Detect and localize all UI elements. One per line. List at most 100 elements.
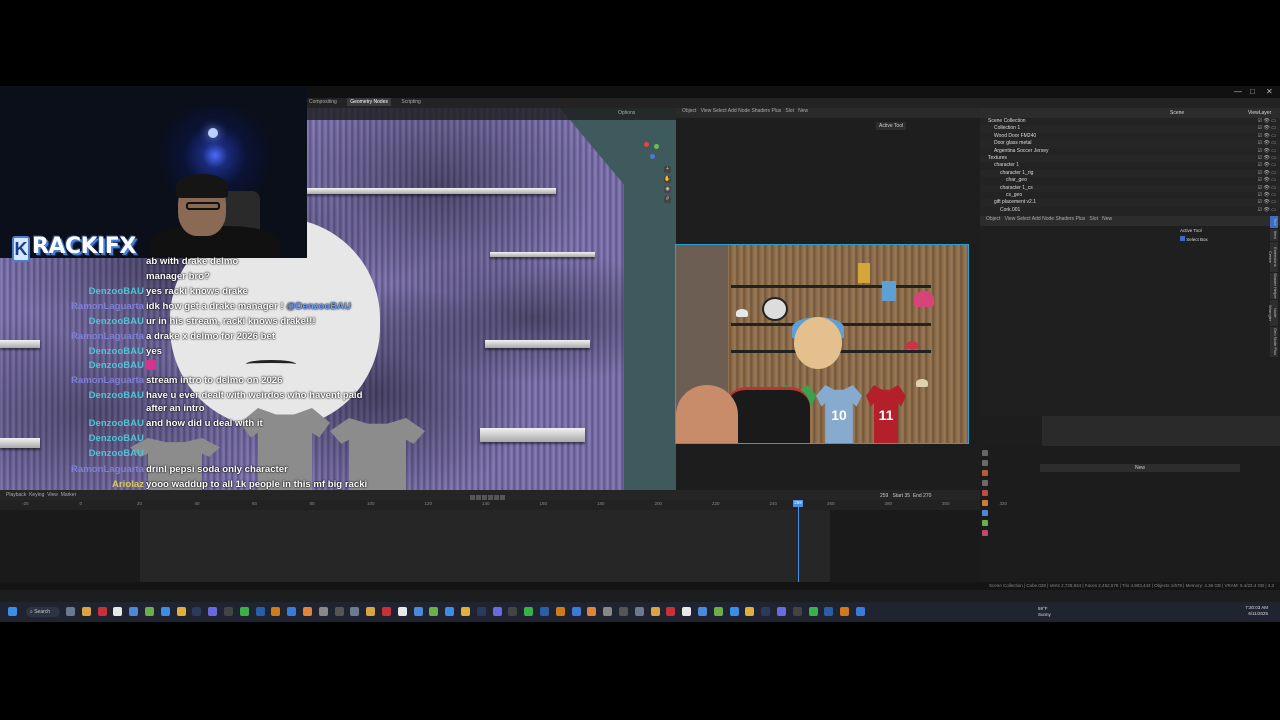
outliner-item[interactable]: Door glass metal ☑ 👁 ▭: [980, 140, 1280, 148]
tab-geometry-nodes[interactable]: Geometry Nodes: [347, 98, 391, 106]
terminal-icon[interactable]: [97, 607, 107, 616]
chat-username[interactable]: DenzooBAU: [89, 286, 144, 297]
menu-select[interactable]: Select: [713, 108, 727, 114]
tab-node-wrangler[interactable]: Node Wrangler: [1268, 300, 1278, 326]
app-icon[interactable]: [461, 607, 470, 616]
chat-mention[interactable]: @DenzooBAU: [286, 301, 351, 312]
illustrator-icon[interactable]: [271, 607, 281, 616]
navigation-gizmo[interactable]: [640, 138, 666, 164]
mode-select[interactable]: Object: [682, 108, 696, 114]
menu-marker[interactable]: Marker: [61, 492, 77, 498]
outliner-item[interactable]: Wood Door FM240 ☑ 👁 ▭: [980, 133, 1280, 140]
app-icon[interactable]: [476, 607, 486, 616]
outliner-item[interactable]: Scene Collection ☑ 👁 ▭: [980, 118, 1280, 125]
task-view-icon[interactable]: [66, 607, 75, 616]
weather-widget[interactable]: 59°F Sunny: [1038, 606, 1051, 618]
app-icon[interactable]: [382, 607, 391, 616]
menu-select[interactable]: Select: [1017, 216, 1031, 222]
slot-select[interactable]: Slot: [785, 108, 794, 114]
tab-tool[interactable]: Tool: [1270, 216, 1278, 228]
chat-username[interactable]: RamonLaguarta: [71, 301, 144, 312]
app-icon[interactable]: [824, 607, 834, 616]
slot-select[interactable]: Slot: [1089, 216, 1098, 222]
menu-keying[interactable]: Keying: [29, 492, 44, 498]
visibility-icon[interactable]: ☑ 👁 ▭: [1258, 140, 1276, 147]
tab-scripting[interactable]: Scripting: [398, 98, 423, 106]
app-icon[interactable]: [429, 607, 439, 616]
app-icon[interactable]: [777, 607, 786, 616]
app-icon[interactable]: [524, 607, 534, 616]
render-tab-icon[interactable]: [982, 460, 988, 466]
app-icon[interactable]: [856, 607, 865, 616]
app-icon[interactable]: [555, 607, 565, 616]
app-icon[interactable]: [840, 607, 850, 616]
chat-username[interactable]: RamonLaguarta: [71, 331, 144, 342]
chat-username[interactable]: DenzooBAU: [89, 316, 144, 327]
chat-username[interactable]: RamonLaguarta: [71, 464, 144, 475]
visibility-icon[interactable]: ☑ 👁 ▭: [1258, 118, 1276, 125]
timeline-panel[interactable]: Playback Keying View Marker 259 Start 35…: [0, 490, 1007, 582]
chrome-icon[interactable]: [176, 607, 186, 616]
playhead[interactable]: [798, 500, 799, 582]
outliner-item[interactable]: Textures ☑ 👁 ▭: [980, 154, 1280, 163]
visibility-icon[interactable]: ☑ 👁 ▭: [1258, 148, 1276, 155]
app-icon[interactable]: [587, 607, 597, 616]
chat-username[interactable]: DenzooBAU: [89, 346, 144, 357]
object-tab-icon[interactable]: [982, 500, 988, 506]
outliner-item[interactable]: Collection 1 ☑ 👁 ▭: [980, 125, 1280, 133]
blender-icon[interactable]: [303, 607, 312, 616]
outliner-item[interactable]: char_geo ☑ 👁 ▭: [980, 177, 1280, 184]
menu-view[interactable]: View: [701, 108, 712, 114]
taskbar-search[interactable]: ⌕ Search: [26, 607, 60, 617]
menu-shaders-plus[interactable]: Shaders Plus: [1055, 216, 1085, 222]
properties-search-bar[interactable]: [1042, 416, 1280, 446]
tab-compositing[interactable]: Compositing: [306, 98, 340, 106]
app-icon[interactable]: [713, 607, 723, 616]
discord-icon[interactable]: [208, 607, 218, 616]
app-icon[interactable]: [650, 607, 660, 616]
app-icon[interactable]: [698, 607, 707, 616]
visibility-icon[interactable]: ☑ 👁 ▭: [1258, 162, 1276, 169]
y-axis-icon[interactable]: [654, 144, 659, 149]
notes-icon[interactable]: [113, 607, 123, 616]
node-editor-area[interactable]: Object View Select Add Node Shaders Plus…: [676, 108, 980, 244]
taskbar-clock[interactable]: 7:30:03 AM 6/11/2025: [1245, 605, 1268, 617]
visibility-icon[interactable]: ☑ 👁 ▭: [1258, 199, 1276, 206]
steam-icon[interactable]: [192, 607, 202, 616]
settings-icon[interactable]: [318, 607, 328, 616]
outliner-item[interactable]: Argentina Soccer Jersey ☑ 👁 ▭: [980, 148, 1280, 155]
x-axis-icon[interactable]: [644, 142, 649, 147]
visibility-icon[interactable]: ☑ 👁 ▭: [1258, 192, 1276, 199]
visibility-icon[interactable]: ☑ 👁 ▭: [1258, 177, 1276, 184]
app-icon[interactable]: [792, 607, 802, 616]
camera-icon[interactable]: ◉: [664, 186, 671, 193]
app-icon[interactable]: [666, 607, 676, 616]
chat-username[interactable]: DenzooBAU: [89, 418, 144, 429]
pan-hand-icon[interactable]: ✋: [664, 176, 671, 183]
outliner-item[interactable]: cs_geo ☑ 👁 ▭: [980, 192, 1280, 199]
start-icon[interactable]: [8, 607, 17, 616]
app-icon[interactable]: [508, 607, 518, 616]
app-icon[interactable]: [808, 607, 818, 616]
output-tab-icon[interactable]: [982, 470, 988, 476]
modifier-tab-icon[interactable]: [982, 510, 988, 516]
new-material-button[interactable]: New: [798, 108, 808, 114]
view-layer-field[interactable]: ViewLayer: [1248, 110, 1271, 116]
app-icon[interactable]: [745, 607, 755, 616]
z-axis-icon[interactable]: [650, 154, 655, 159]
tab-geo-node-plus[interactable]: Geo Node Plus: [1270, 327, 1278, 357]
chat-username[interactable]: DenzooBAU: [89, 360, 144, 371]
mail-icon[interactable]: [145, 607, 154, 616]
new-material-button[interactable]: New: [1040, 464, 1240, 472]
chat-username[interactable]: DenzooBAU: [89, 390, 144, 401]
data-tab-icon[interactable]: [982, 520, 988, 526]
tab-shader-helper[interactable]: Shader Helper: [1270, 273, 1278, 299]
view-layer-tab-icon[interactable]: [982, 480, 988, 486]
select-box-tool[interactable]: Select Box: [1180, 236, 1268, 242]
outliner-item[interactable]: character 1 ☑ 👁 ▭: [980, 162, 1280, 169]
visibility-icon[interactable]: ☑ 👁 ▭: [1258, 170, 1276, 177]
chat-username[interactable]: RamonLaguarta: [71, 375, 144, 386]
app-icon[interactable]: [413, 607, 423, 616]
menu-add[interactable]: Add: [728, 108, 737, 114]
folder-icon[interactable]: [129, 607, 139, 616]
